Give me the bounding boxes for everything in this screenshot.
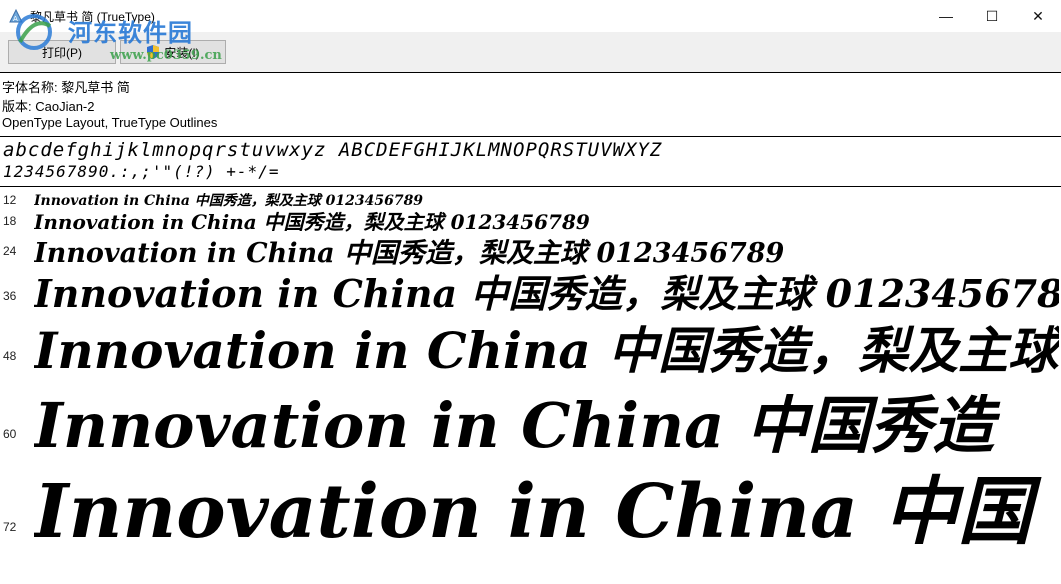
minimize-button[interactable]: — xyxy=(923,0,969,32)
font-outline-line: OpenType Layout, TrueType Outlines xyxy=(2,115,218,130)
sample-size-label: 18 xyxy=(3,214,17,228)
glyph-divider xyxy=(0,186,1061,187)
sample-size-label: 36 xyxy=(3,289,17,303)
font-version-line: 版本: CaoJian-2 xyxy=(2,99,95,114)
watermark-url: www.pc0359.cn xyxy=(110,48,222,63)
glyph-preview-digits: 1234567890.:,;'"(!?) +-*/= xyxy=(3,162,280,181)
maximize-button[interactable]: ☐ xyxy=(969,0,1015,32)
sample-size-label: 72 xyxy=(3,520,17,534)
sample-size-label: 60 xyxy=(3,427,17,441)
sample-text: Innovation in China 中国 xyxy=(34,469,1032,555)
info-divider xyxy=(0,136,1061,137)
font-name-line: 字体名称: 黎凡草书 简 xyxy=(2,80,130,95)
close-button[interactable]: ✕ xyxy=(1015,0,1061,32)
font-file-icon: A xyxy=(9,8,23,23)
svg-text:A: A xyxy=(13,15,18,23)
sample-text: Innovation in China 中国秀造，梨及主球 0123456789 xyxy=(34,271,1059,316)
sample-size-label: 24 xyxy=(3,244,17,258)
sample-size-label: 12 xyxy=(3,193,17,207)
sample-text: Innovation in China 中国秀造，梨及主球 xyxy=(34,321,1059,380)
watermark-brand: 河东软件园 xyxy=(68,19,193,47)
sample-size-label: 48 xyxy=(3,349,17,363)
toolbar-divider xyxy=(0,72,1061,73)
glyph-preview-letters: abcdefghijklmnopqrstuvwxyz ABCDEFGHIJKLM… xyxy=(3,139,663,161)
